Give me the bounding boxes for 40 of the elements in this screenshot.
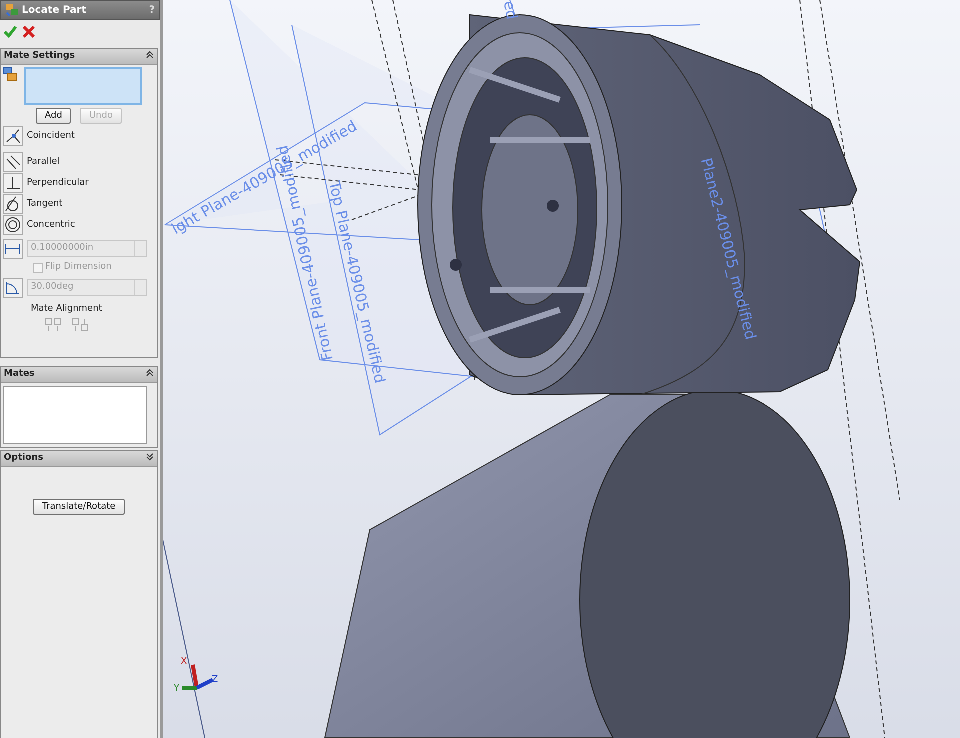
- ok-check-icon[interactable]: [4, 26, 17, 40]
- parts-icon: [5, 2, 19, 18]
- flip-dimension-label: Flip Dimension: [45, 261, 112, 274]
- mate-type-option[interactable]: Perpendicular: [1, 172, 157, 194]
- axis-label: Y: [174, 684, 180, 694]
- angle-icon: [3, 278, 23, 298]
- translate-rotate-button[interactable]: Translate/Rotate: [33, 499, 125, 515]
- parallel-mate-icon[interactable]: [3, 152, 23, 172]
- mates-list[interactable]: [3, 386, 147, 444]
- group-title: Mates: [4, 368, 35, 381]
- mate-type-option[interactable]: Tangent: [1, 194, 157, 215]
- group-title: Mate Settings: [4, 50, 76, 63]
- axis-triad-icon: [182, 664, 214, 690]
- mate-type-option[interactable]: Concentric: [1, 214, 157, 236]
- coincident-mate-icon[interactable]: [3, 126, 23, 146]
- mate-type-label: Perpendicular: [27, 176, 89, 190]
- mate-alignment-label: Mate Alignment: [30, 302, 104, 316]
- selection-field[interactable]: [24, 67, 142, 106]
- group-header[interactable]: Options: [1, 451, 157, 467]
- selection-icon: [3, 67, 20, 84]
- axis-label: X: [181, 657, 188, 667]
- mate-type-label: Concentric: [27, 218, 76, 232]
- window-title: Locate Part: [22, 4, 86, 18]
- field-value: 30.00deg: [31, 280, 74, 294]
- distance-icon: [3, 238, 23, 258]
- mate-type-label: Tangent: [27, 198, 63, 210]
- mate-type-option[interactable]: Coincident: [1, 126, 157, 147]
- mate-type-label: Coincident: [27, 130, 75, 142]
- tangent-mate-icon[interactable]: [3, 194, 23, 214]
- mate-button[interactable]: Add: [36, 108, 72, 124]
- plane-label: ed: [500, 0, 521, 22]
- group-title: Options: [4, 452, 44, 465]
- group-header[interactable]: Mates: [1, 367, 157, 383]
- field-value: 0.10000000in: [31, 242, 94, 255]
- group-header[interactable]: Mate Settings: [1, 49, 157, 65]
- concentric-mate-icon[interactable]: [3, 215, 23, 236]
- mate-type-label: Parallel: [27, 156, 60, 168]
- cancel-icon[interactable]: [23, 26, 35, 40]
- mate-type-option[interactable]: Parallel: [1, 152, 157, 173]
- perpendicular-mate-icon[interactable]: [3, 173, 23, 194]
